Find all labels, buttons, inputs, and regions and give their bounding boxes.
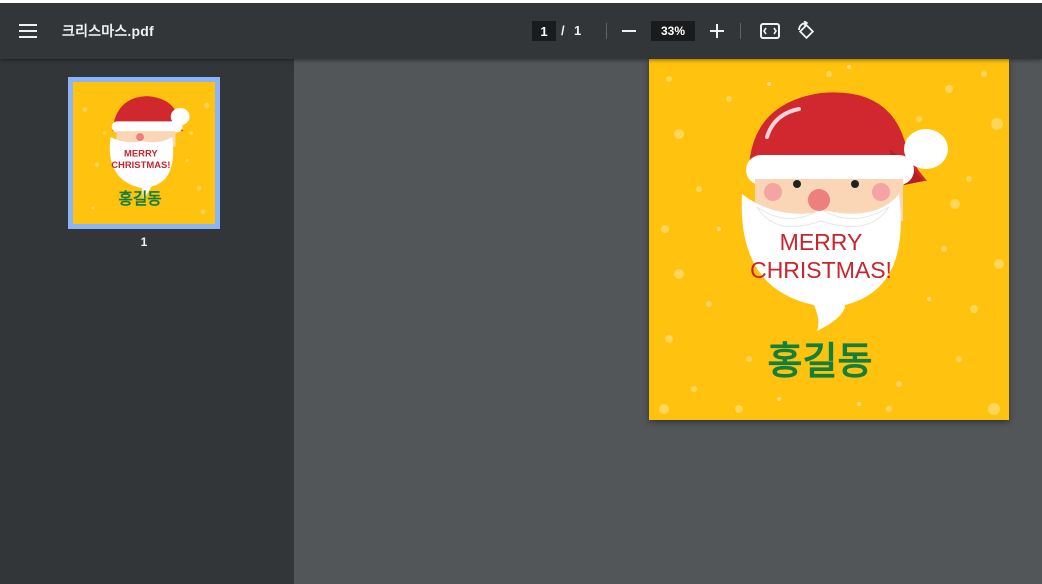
- zoom-out-button[interactable]: [616, 18, 642, 44]
- toolbar-divider: [606, 23, 607, 39]
- page-number-input[interactable]: [532, 21, 556, 41]
- menu-button[interactable]: [14, 18, 42, 44]
- thumbnail-card-image: MERRY CHRISTMAS! 홍길동: [73, 82, 215, 224]
- pdf-page: MERRY CHRISTMAS! 홍길동: [649, 59, 1009, 420]
- card-name: 홍길동: [768, 339, 873, 383]
- window-top-strip: [0, 0, 1042, 3]
- zoom-input[interactable]: [651, 21, 695, 41]
- christmas-card-image: MERRY CHRISTMAS! 홍길동: [649, 59, 1009, 420]
- page-thumbnail[interactable]: MERRY CHRISTMAS! 홍길동: [68, 77, 220, 229]
- svg-text:홍길동: 홍길동: [118, 189, 161, 208]
- document-title: 크리스마스.pdf: [62, 23, 154, 39]
- zoom-in-button[interactable]: [704, 18, 730, 44]
- pdf-toolbar: 크리스마스.pdf / 1: [0, 0, 1042, 59]
- fit-to-page-button[interactable]: [757, 18, 783, 44]
- minus-icon: [622, 30, 636, 32]
- thumbnail-page-number: 1: [140, 235, 148, 249]
- plus-icon: [710, 24, 724, 38]
- rotate-counterclockwise-icon: [798, 21, 815, 40]
- hamburger-menu-icon: [19, 24, 37, 38]
- card-line-1: MERRY: [780, 229, 863, 255]
- svg-text:CHRISTMAS!: CHRISTMAS!: [111, 160, 170, 171]
- card-line-2: CHRISTMAS!: [750, 257, 892, 283]
- rotate-button[interactable]: [793, 18, 819, 44]
- svg-text:MERRY: MERRY: [124, 149, 158, 160]
- page-total: 1: [574, 23, 582, 38]
- page-separator: /: [561, 23, 565, 38]
- toolbar-divider: [740, 23, 741, 39]
- fit-to-page-icon: [760, 23, 780, 39]
